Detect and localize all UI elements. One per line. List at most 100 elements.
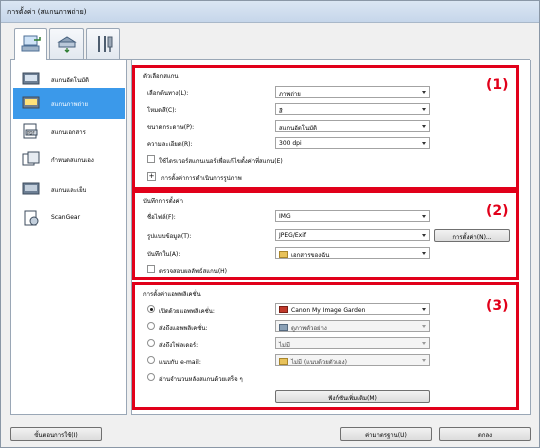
document-scan-icon: PDF — [23, 123, 38, 139]
application-settings-section: การตั้งค่าแอพพลิเคชั่น (3) เปิดด้วยแอพพล… — [132, 282, 519, 410]
scan-options-header: ตัวเลือกสแกน — [143, 73, 179, 80]
chevron-down-icon — [422, 234, 426, 237]
source-value: ภาพถ่าย — [279, 91, 301, 98]
send-to-app-label: ส่งถึงแอพพลิเคชั่น: — [159, 325, 208, 332]
send-to-folder-value: ไม่มี — [279, 342, 290, 349]
chevron-down-icon — [422, 125, 426, 128]
folder-icon — [279, 251, 288, 258]
data-format-value: JPEG/Exif — [279, 232, 306, 239]
open-with-app-select[interactable]: Canon My Image Garden — [275, 303, 430, 315]
source-label: เลือกต้นทาง(L): — [147, 90, 189, 97]
use-driver-checkbox[interactable] — [147, 155, 155, 163]
chevron-down-icon — [422, 325, 426, 328]
more-functions-button[interactable]: ฟังก์ชันเพิ่มเติม(M) — [275, 390, 430, 403]
ok-button[interactable]: ตกลง — [439, 427, 531, 441]
chevron-down-icon — [422, 215, 426, 218]
sidebar-item-scangear[interactable]: ScanGear — [13, 203, 125, 234]
save-in-value: เอกสารของฉัน — [291, 252, 330, 259]
open-with-app-value: Canon My Image Garden — [291, 307, 366, 314]
format-settings-button[interactable]: การตั้งค่า(N)... — [434, 229, 510, 242]
start-later-radio[interactable] — [147, 373, 155, 381]
chevron-down-icon — [422, 308, 426, 311]
filename-value: IMG — [279, 213, 291, 220]
save-settings-header: บันทึกการตั้งค่า — [143, 198, 183, 205]
data-format-label: รูปแบบข้อมูล(T): — [147, 233, 192, 240]
data-format-select[interactable]: JPEG/Exif — [275, 229, 430, 241]
preview-app-icon — [279, 324, 288, 331]
custom-scan-icon — [22, 151, 40, 166]
photo-scan-icon — [22, 96, 40, 109]
settings-window: การตั้งค่า (สแกนภาพถ่าย) สแกนอัตโนมัติ ส… — [0, 0, 540, 448]
scan-from-computer-icon — [21, 35, 41, 52]
scan-mode-sidebar: สแกนอัตโนมัติ สแกนภาพถ่าย PDF สแกนเอกสาร… — [10, 60, 127, 415]
paper-size-value: สแกนอัตโนมัติ — [279, 125, 317, 132]
send-to-folder-radio[interactable] — [147, 339, 155, 347]
tab-general-settings[interactable] — [86, 28, 120, 59]
sidebar-item-custom-scan[interactable]: กำหนดสแกนเอง — [13, 144, 125, 175]
sidebar-item-label: สแกนอัตโนมัติ — [51, 77, 89, 84]
tab-scan-from-computer[interactable] — [14, 28, 47, 60]
scan-options-section: ตัวเลือกสแกน (1) เลือกต้นทาง(L): ภาพถ่าย… — [132, 65, 519, 190]
save-in-select[interactable]: เอกสารของฉัน — [275, 247, 430, 259]
save-settings-section: บันทึกการตั้งค่า (2) ชื่อไฟล์(F): IMG รู… — [132, 190, 519, 280]
save-in-label: บันทึกใน(A): — [147, 251, 181, 258]
send-to-folder-select[interactable]: ไม่มี — [275, 337, 430, 349]
sidebar-item-label: ScanGear — [51, 214, 81, 221]
sidebar-item-scan-and-stitch[interactable]: สแกนและเย็บ — [13, 174, 125, 205]
check-scan-results-label: ตรวจสอบผลลัพธ์สแกน(H) — [159, 268, 228, 275]
resolution-value: 300 dpi — [279, 140, 302, 147]
filename-combo[interactable]: IMG — [275, 210, 430, 222]
tab-scan-from-operation-panel[interactable] — [49, 28, 84, 59]
paper-size-select[interactable]: สแกนอัตโนมัติ — [275, 120, 430, 132]
scan-from-operation-panel-icon — [57, 36, 77, 53]
svg-text:PDF: PDF — [27, 131, 35, 136]
sidebar-item-photo-scan[interactable]: สแกนภาพถ่าย — [13, 88, 125, 119]
sidebar-item-label: สแกนเอกสาร — [51, 129, 86, 136]
general-settings-icon — [98, 36, 113, 52]
chevron-down-icon — [422, 359, 426, 362]
instructions-button[interactable]: ขั้นตอนการใช้(I) — [10, 427, 102, 441]
color-mode-select[interactable]: สี — [275, 103, 430, 115]
sidebar-item-label: สแกนและเย็บ — [51, 187, 87, 194]
sidebar-item-label: กำหนดสแกนเอง — [51, 157, 94, 164]
open-with-app-radio[interactable] — [147, 305, 155, 313]
my-image-garden-icon — [279, 306, 288, 313]
window-title: การตั้งค่า (สแกนภาพถ่าย) — [7, 8, 87, 16]
source-select[interactable]: ภาพถ่าย — [275, 86, 430, 98]
send-to-app-radio[interactable] — [147, 322, 155, 330]
attach-email-radio[interactable] — [147, 356, 155, 364]
title-bar: การตั้งค่า (สแกนภาพถ่าย) — [1, 1, 539, 23]
scan-and-stitch-icon — [22, 182, 40, 195]
color-mode-value: สี — [279, 108, 283, 115]
chevron-down-icon — [422, 91, 426, 94]
resolution-select[interactable]: 300 dpi — [275, 137, 430, 149]
chevron-down-icon — [422, 108, 426, 111]
sidebar-item-document-scan[interactable]: PDF สแกนเอกสาร — [13, 116, 125, 147]
resolution-label: ความละเอียด(R): — [147, 141, 193, 148]
expand-image-processing-button[interactable]: + — [147, 172, 156, 181]
application-settings-header: การตั้งค่าแอพพลิเคชั่น — [143, 291, 201, 298]
section-number: (3) — [486, 298, 509, 314]
open-with-app-label: เปิดด้วยแอพพลิเคชั่น: — [159, 308, 215, 315]
sidebar-item-label: สแกนภาพถ่าย — [51, 101, 89, 108]
scangear-icon — [24, 210, 39, 226]
send-to-app-value: ดูภาพตัวอย่าง — [291, 325, 327, 332]
filename-label: ชื่อไฟล์(F): — [147, 214, 176, 221]
check-scan-results-checkbox[interactable] — [147, 265, 155, 273]
defaults-button[interactable]: ค่ามาตรฐาน(U) — [340, 427, 432, 441]
attach-email-select[interactable]: ไม่มี (แนบด้วยตัวเอง) — [275, 354, 430, 366]
section-number: (1) — [486, 77, 509, 93]
chevron-down-icon — [422, 142, 426, 145]
use-driver-label: ใช้ไดรเวอร์สแกนเนอร์เพื่อแก้ไขตั้งค่าที่… — [159, 158, 283, 165]
chevron-down-icon — [422, 342, 426, 345]
chevron-down-icon — [422, 252, 426, 255]
image-processing-label: การตั้งค่าการดำเนินการรูปภาพ — [161, 175, 242, 182]
attach-email-label: แนบกับ e-mail: — [159, 359, 201, 366]
folder-icon — [279, 358, 288, 365]
paper-size-label: ขนาดกระดาษ(P): — [147, 124, 195, 131]
auto-scan-icon — [22, 72, 40, 85]
send-to-app-select[interactable]: ดูภาพตัวอย่าง — [275, 320, 430, 332]
section-number: (2) — [486, 203, 509, 219]
attach-email-value: ไม่มี (แนบด้วยตัวเอง) — [291, 359, 347, 366]
start-later-label: อ่านจำนวนหลังสแกนด้วยเสร็จ ๆ — [159, 376, 243, 383]
